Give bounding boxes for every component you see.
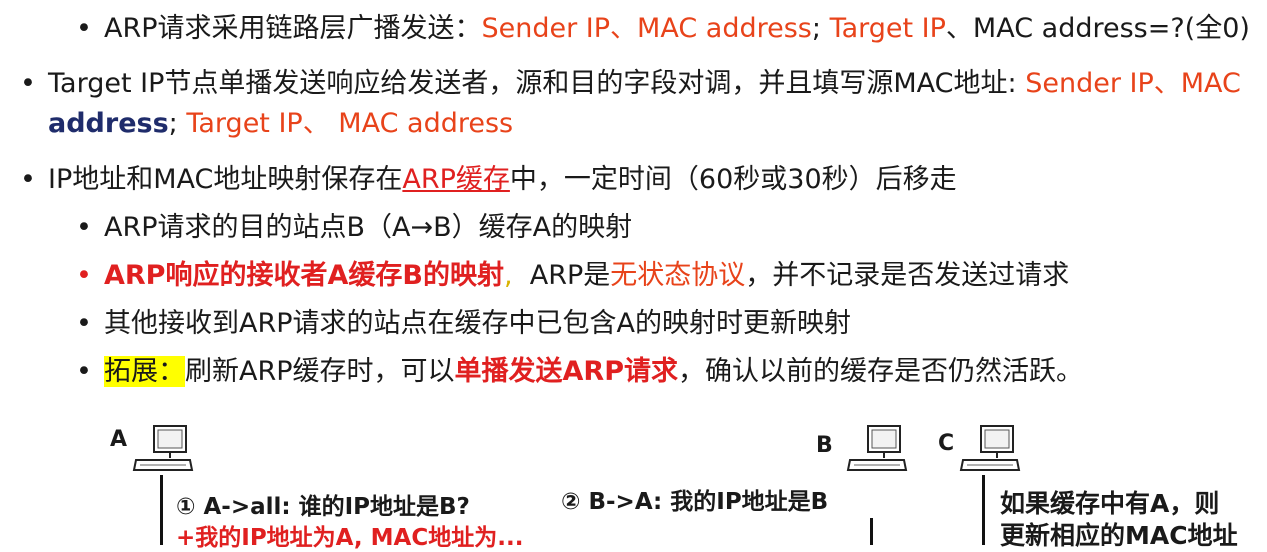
bullet-dot [20,163,36,197]
l3-arp-cache-link[interactable]: ARP缓存 [402,164,510,195]
l5-stateless: 无状态协议 [610,260,746,291]
l4-text: ARP请求的目的站点B（A→B）缓存A的映射 [104,212,633,243]
l1-target: Target IP [829,13,946,44]
l7-rest: ，确认以前的缓存是否仍然活跃。 [678,356,1083,387]
bullet-text: ARP请求采用链路层广播发送：Sender IP、MAC address; Ta… [104,12,1250,46]
node-a-label: A [110,427,128,452]
l2-prefix: Target IP节点单播发送响应给发送者，源和目的字段对调，并且填写源MAC地… [48,68,1017,99]
l5-comma: , [503,260,513,291]
l5-rest: ，并不记录是否发送过请求 [745,260,1070,291]
l2-sender: Sender IP、MAC [1025,68,1241,99]
l6-text: 其他接收到ARP请求的站点在缓存中已包含A的映射时更新映射 [104,308,851,339]
bullet-text: ARP响应的接收者A缓存B的映射, ARP是无状态协议，并不记录是否发送过请求 [104,259,1069,293]
computer-b-icon [846,425,908,471]
bullet-dot [76,259,92,293]
computer-c-icon [959,425,1021,471]
l5-bold: ARP响应的接收者A缓存B的映射 [104,260,504,291]
bullet-dot [76,12,92,46]
l1-rest: 、MAC address=?(全0) [945,13,1250,44]
l7-highlight: 拓展： [104,356,185,387]
bullet-dot [76,355,92,389]
step1-sender-info-text: +我的IP地址为A, MAC地址为... [176,525,524,551]
l3-rest: 中，一定时间（60秒或30秒）后移走 [509,164,957,195]
bullet-text-cont: address; Target IP、 MAC address [48,107,513,141]
cache-note-line1: 如果缓存中有A，则 [1000,489,1220,518]
l7-mid: 刷新ARP缓存时，可以 [185,356,455,387]
bullet-text: IP地址和MAC地址映射保存在ARP缓存中，一定时间（60秒或30秒）后移走 [48,163,957,197]
computer-a-icon [132,425,194,471]
bullet-text: 拓展：刷新ARP缓存时，可以单播发送ARP请求，确认以前的缓存是否仍然活跃。 [104,355,1083,389]
l1-sep: ; [811,13,821,44]
l5-mid: ARP是 [529,260,611,291]
l1-sender: Sender IP、MAC address [481,13,812,44]
bullet-dot [76,211,92,245]
link-line-b [870,518,873,545]
step1-request-text: ① A->all: 谁的IP地址是B? [176,494,470,520]
node-b-label: B [816,433,833,458]
node-c-label: C [938,431,955,456]
link-line-a [160,475,163,545]
l1-prefix: ARP请求采用链路层广播发送： [104,13,482,44]
step2-reply-text: ② B->A: 我的IP地址是B [561,489,829,515]
bullet-dot [76,307,92,341]
l7-bold: 单播发送ARP请求 [454,356,678,387]
bullet-dot [20,67,36,101]
l2-target: Target IP、 MAC address [186,108,514,139]
bullet-text: Target IP节点单播发送响应给发送者，源和目的字段对调，并且填写源MAC地… [48,67,1241,101]
l3-prefix: IP地址和MAC地址映射保存在 [48,164,403,195]
link-line-c [982,475,985,545]
cache-note-line2: 更新相应的MAC地址 [1000,521,1238,550]
l2-sep: ; [168,108,178,139]
l2-address: address [48,108,169,139]
